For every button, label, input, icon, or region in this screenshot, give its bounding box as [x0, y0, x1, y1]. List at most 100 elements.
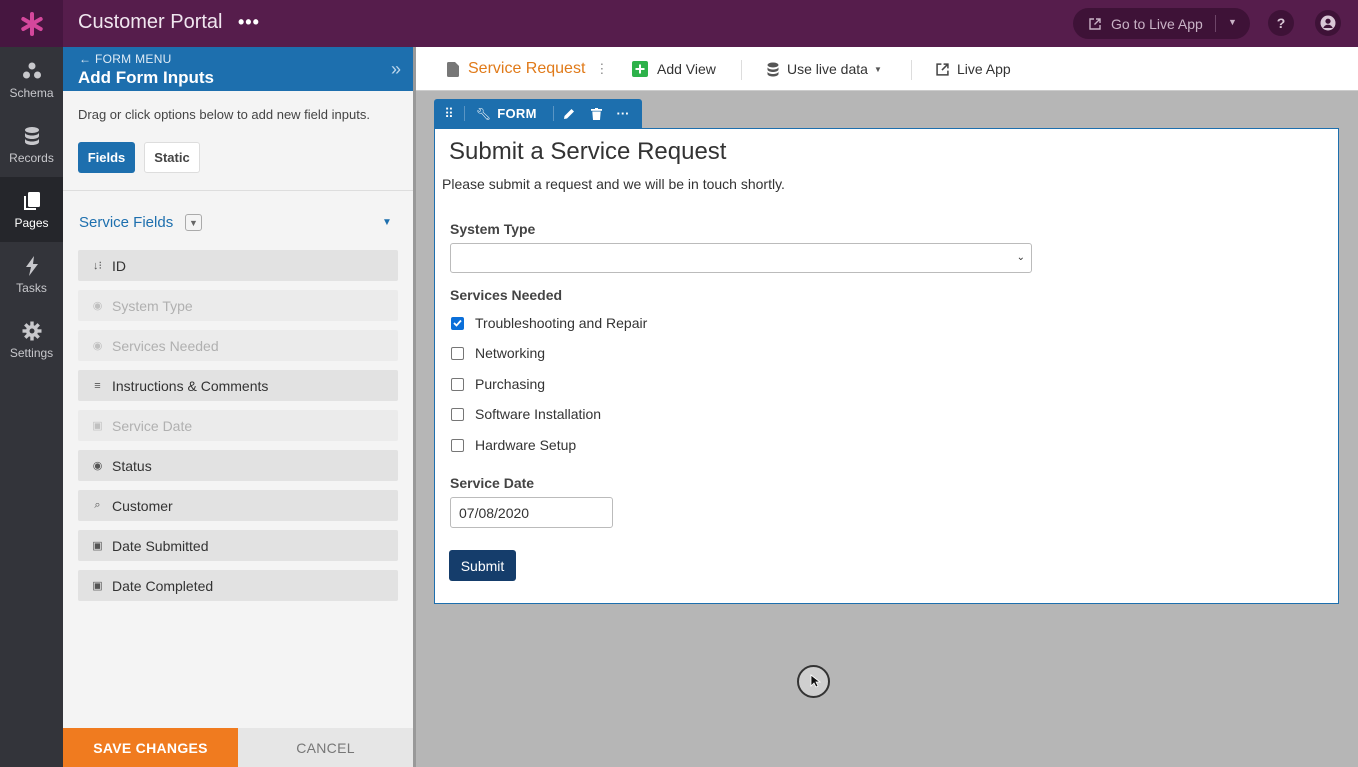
gear-icon: [22, 321, 41, 340]
save-changes-button[interactable]: SAVE CHANGES: [63, 728, 238, 767]
chevron-down-icon: ⌄: [1016, 252, 1025, 263]
use-live-data-dropdown[interactable]: Use live data ▼: [767, 47, 882, 91]
page-selector[interactable]: Service Request ⋮: [447, 47, 608, 91]
app-title: Customer Portal: [78, 11, 223, 33]
field-item-date-completed[interactable]: ▣ Date Completed: [78, 570, 398, 601]
help-icon[interactable]: ?: [1268, 10, 1294, 36]
field-item-status[interactable]: ◉ Status: [78, 450, 398, 481]
nav-item-tasks[interactable]: Tasks: [0, 242, 63, 307]
tab-fields[interactable]: Fields: [78, 142, 135, 173]
checkbox-label: Networking: [475, 345, 546, 361]
collapse-panel-icon[interactable]: »: [391, 59, 401, 80]
panel-title: Add Form Inputs: [78, 68, 214, 87]
field-item-label: Customer: [112, 497, 173, 514]
radio-icon: ◉: [92, 340, 103, 352]
search-connection-icon: ⌕: [94, 499, 101, 511]
field-item-instructions[interactable]: ≡ Instructions & Comments: [78, 370, 398, 401]
schema-icon: [22, 62, 41, 78]
divider: [63, 190, 413, 191]
checkbox-option[interactable]: Purchasing: [451, 376, 545, 392]
field-item-system-type: ◉ System Type: [78, 290, 398, 321]
logo[interactable]: [0, 0, 63, 47]
radio-icon: ◉: [92, 460, 103, 472]
edit-icon[interactable]: [561, 99, 577, 128]
field-item-label: Status: [112, 457, 152, 474]
database-icon: [24, 126, 39, 145]
nav-label: Schema: [9, 85, 54, 100]
checkbox-label: Purchasing: [475, 376, 546, 392]
divider: [741, 60, 742, 80]
drag-handle-icon[interactable]: ⠿: [442, 99, 456, 128]
chevron-down-icon[interactable]: ▼: [1228, 17, 1237, 27]
checkbox[interactable]: [451, 438, 464, 452]
field-item-label: Instructions & Comments: [112, 377, 269, 394]
form-menu-label: FORM MENU: [94, 52, 172, 66]
submit-button[interactable]: Submit: [449, 550, 516, 581]
system-type-select[interactable]: ⌄: [450, 243, 1032, 273]
nav-label: Records: [9, 150, 54, 165]
more-vertical-icon[interactable]: ⋮: [595, 61, 608, 77]
field-item-label: System Type: [112, 297, 193, 314]
field-item-customer[interactable]: ⌕ Customer: [78, 490, 398, 521]
nav-label: Tasks: [16, 280, 47, 295]
trash-icon[interactable]: [588, 99, 604, 128]
divider: [464, 106, 465, 121]
nav-label: Pages: [14, 215, 49, 230]
view-toolbar: Service Request ⋮ Add View Use live data…: [416, 47, 1358, 91]
checkbox-checked[interactable]: [451, 316, 464, 330]
field-item-services-needed: ◉ Services Needed: [78, 330, 398, 361]
sort-numeric-icon: ↓⁝: [93, 260, 102, 272]
external-link-icon: [1089, 17, 1101, 30]
nav-item-records[interactable]: Records: [0, 112, 63, 177]
form-view-label-wrap[interactable]: 🔧︎ FORM: [476, 99, 537, 128]
go-to-live-app-label: Go to Live App: [1111, 15, 1203, 32]
nav-item-schema[interactable]: Schema: [0, 47, 63, 112]
checkbox-option[interactable]: Troubleshooting and Repair: [451, 315, 647, 331]
panel-resize-handle[interactable]: [413, 47, 416, 767]
field-item-label: Date Submitted: [112, 537, 209, 554]
more-horizontal-icon[interactable]: •••: [238, 12, 260, 33]
checkbox[interactable]: [451, 346, 464, 360]
paragraph-icon: ≡: [94, 379, 101, 392]
form-menu-back-link[interactable]: ← FORM MENU: [79, 52, 172, 66]
user-circle-icon: [1320, 15, 1336, 31]
external-link-icon: [936, 62, 949, 76]
tab-static[interactable]: Static: [144, 142, 200, 173]
nav-item-settings[interactable]: Settings: [0, 307, 63, 372]
nav-label: Settings: [9, 345, 54, 360]
form-view-label: FORM: [497, 106, 537, 121]
add-form-inputs-panel: ← FORM MENU Add Form Inputs » Drag or cl…: [63, 47, 413, 767]
plus-square-icon: [632, 61, 648, 77]
nav-item-pages[interactable]: Pages: [0, 177, 63, 242]
form-view-toolbar: ⠿ 🔧︎ FORM ···: [434, 99, 642, 128]
pages-icon: [23, 191, 40, 210]
service-date-input[interactable]: 07/08/2020: [450, 497, 613, 528]
checkbox-label: Software Installation: [475, 406, 602, 422]
service-fields-title[interactable]: Service Fields: [79, 214, 173, 231]
divider: [553, 106, 554, 121]
go-to-live-app-button[interactable]: Go to Live App ▼: [1073, 8, 1250, 39]
form-title: Submit a Service Request: [449, 138, 727, 165]
cancel-button[interactable]: CANCEL: [238, 728, 413, 767]
left-nav: Schema Records Pages Tasks Settings: [0, 47, 63, 767]
chevron-down-icon[interactable]: ▼: [185, 214, 202, 231]
add-view-button[interactable]: Add View: [632, 47, 716, 91]
system-type-label: System Type: [450, 221, 536, 237]
form-description: Please submit a request and we will be i…: [442, 176, 785, 192]
checkbox-option[interactable]: Networking: [451, 345, 545, 361]
divider: [1215, 15, 1216, 32]
caret-down-icon[interactable]: ▼: [382, 217, 392, 228]
checkbox[interactable]: [451, 407, 464, 421]
field-item-date-submitted[interactable]: ▣ Date Submitted: [78, 530, 398, 561]
more-horizontal-icon[interactable]: ···: [615, 99, 631, 128]
database-icon: [767, 62, 779, 76]
checkbox-option[interactable]: Software Installation: [451, 406, 601, 422]
checkbox[interactable]: [451, 377, 464, 391]
account-icon[interactable]: [1315, 10, 1341, 36]
service-date-label: Service Date: [450, 475, 535, 491]
live-app-link[interactable]: Live App: [936, 47, 1011, 91]
pointer-icon: [810, 674, 822, 688]
top-bar: Customer Portal ••• Go to Live App ▼ ?: [0, 0, 1358, 47]
field-item-id[interactable]: ↓⁝ ID: [78, 250, 398, 281]
checkbox-option[interactable]: Hardware Setup: [451, 437, 576, 453]
